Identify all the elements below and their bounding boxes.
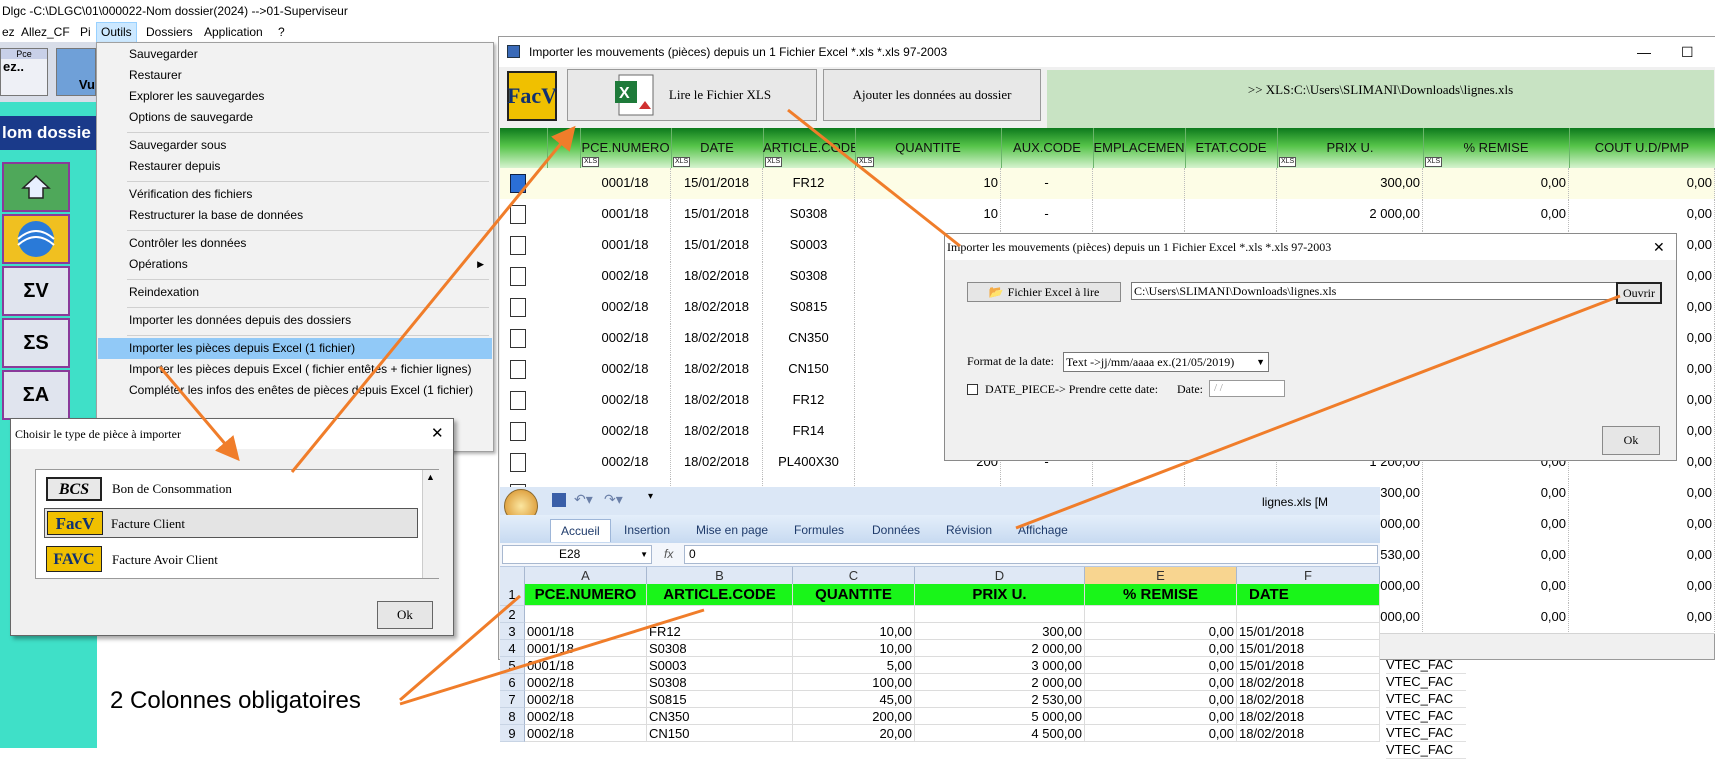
arrow xyxy=(158,366,240,462)
arrow xyxy=(787,108,961,248)
arrow xyxy=(290,125,576,473)
annotation-arrows xyxy=(158,108,1621,706)
arrow xyxy=(1015,294,1621,530)
arrow xyxy=(399,608,705,706)
